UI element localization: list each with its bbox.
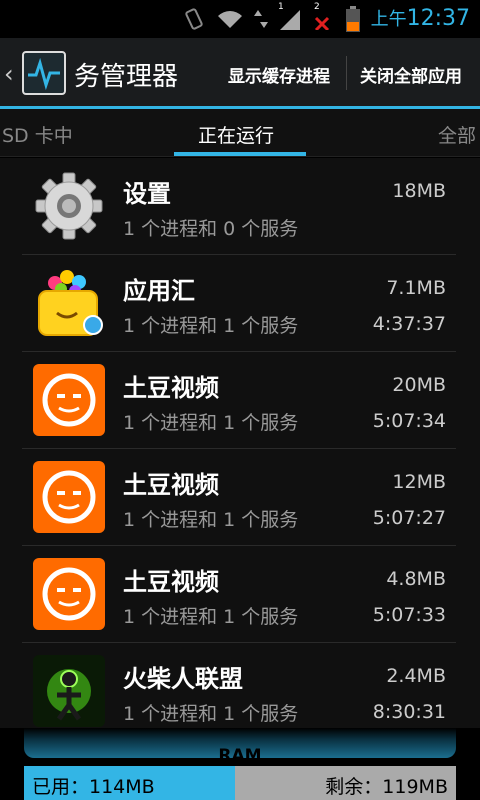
tudou-icon (33, 558, 105, 630)
memory-size: 4.8MB (386, 568, 446, 590)
app-name: 应用汇 (123, 277, 195, 305)
tab-strip: SD 卡中 正在运行 全部 (0, 109, 480, 157)
list-item[interactable]: 土豆视频 1 个进程和 1 个服务 4.8MB 5:07:33 (0, 546, 480, 643)
sim2-signal-icon: 2 (312, 2, 336, 32)
tab-divider (0, 156, 480, 157)
process-summary: 1 个进程和 0 个服务 (123, 218, 299, 240)
running-apps-list: 设置 1 个进程和 0 个服务 18MB 应用汇 1 个进程和 1 个服务 7.… (0, 158, 480, 740)
appchina-basket-icon (38, 270, 103, 336)
tab-sd-card[interactable]: SD 卡中 (2, 121, 73, 148)
tudou-icon (33, 364, 105, 436)
list-item[interactable]: 应用汇 1 个进程和 1 个服务 7.1MB 4:37:37 (0, 255, 480, 352)
run-time: 8:30:31 (372, 701, 446, 723)
process-summary: 1 个进程和 1 个服务 (123, 606, 299, 628)
pulse-icon (28, 57, 60, 91)
battery-icon (346, 6, 360, 32)
process-summary: 1 个进程和 1 个服务 (123, 315, 299, 337)
app-name: 火柴人联盟 (123, 665, 243, 693)
process-summary: 1 个进程和 1 个服务 (123, 703, 299, 725)
process-summary: 1 个进程和 1 个服务 (123, 509, 299, 531)
app-name: 土豆视频 (123, 568, 219, 596)
ram-panel: RAM 已用：114MB 剩余：119MB (0, 728, 480, 800)
tudou-icon (33, 461, 105, 533)
page-title: 务管理器 (74, 62, 179, 92)
status-bar: 1 2 上午12:37 (0, 0, 480, 38)
stickman-game-icon (33, 655, 105, 727)
ram-free-text: 剩余：119MB (325, 776, 448, 798)
run-time: 5:07:34 (372, 410, 446, 432)
ram-usage-bar: 已用：114MB 剩余：119MB (24, 766, 456, 800)
sim1-signal-icon: 1 (278, 2, 302, 30)
vibrate-icon (185, 8, 203, 30)
up-caret-icon[interactable]: ‹ (4, 60, 14, 88)
action-divider (346, 56, 347, 90)
run-time: 4:37:37 (372, 313, 446, 335)
app-name: 土豆视频 (123, 374, 219, 402)
ram-used-text: 已用：114MB (32, 776, 155, 798)
run-time: 5:07:33 (372, 604, 446, 626)
ram-label: RAM (218, 746, 262, 766)
app-name: 土豆视频 (123, 471, 219, 499)
list-item[interactable]: 设置 1 个进程和 0 个服务 18MB (0, 158, 480, 255)
tab-running[interactable]: 正在运行 (198, 121, 274, 148)
memory-size: 18MB (392, 180, 446, 202)
wifi-icon (218, 11, 242, 28)
status-icons: 1 2 (182, 2, 360, 34)
data-arrows-icon (254, 10, 268, 28)
show-cached-processes-button[interactable]: 显示缓存进程 (228, 62, 330, 87)
task-manager-app-icon[interactable] (22, 51, 66, 95)
memory-size: 20MB (392, 374, 446, 396)
memory-size: 7.1MB (386, 277, 446, 299)
memory-size: 2.4MB (386, 665, 446, 687)
tab-all[interactable]: 全部 (438, 121, 476, 148)
close-all-apps-button[interactable]: 关闭全部应用 (360, 62, 462, 87)
settings-gear-icon (35, 172, 103, 240)
process-summary: 1 个进程和 1 个服务 (123, 412, 299, 434)
run-time: 5:07:27 (372, 507, 446, 529)
list-item[interactable]: 火柴人联盟 1 个进程和 1 个服务 2.4MB 8:30:31 (0, 643, 480, 740)
app-name: 设置 (123, 180, 171, 208)
clock: 上午12:37 (370, 6, 470, 31)
action-bar: ‹ 务管理器 显示缓存进程 关闭全部应用 (0, 38, 480, 108)
list-item[interactable]: 土豆视频 1 个进程和 1 个服务 12MB 5:07:27 (0, 449, 480, 546)
memory-size: 12MB (392, 471, 446, 493)
list-item[interactable]: 土豆视频 1 个进程和 1 个服务 20MB 5:07:34 (0, 352, 480, 449)
